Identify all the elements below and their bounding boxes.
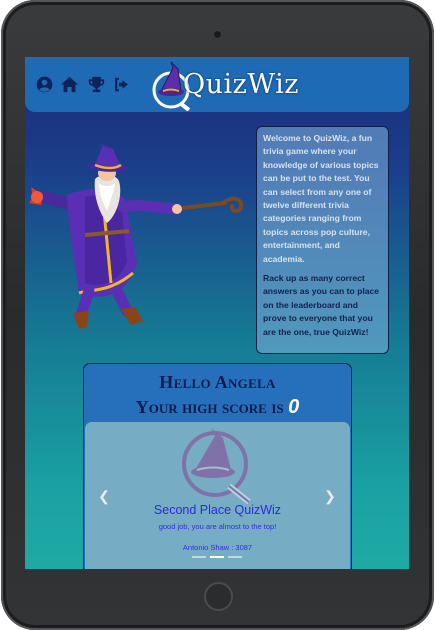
carousel-indicator[interactable] — [192, 556, 206, 558]
leaderboard-carousel: ❮ ❯ Second Place QuizWiz good job, you a… — [85, 422, 350, 569]
carousel-prev-button[interactable]: ❮ — [97, 488, 111, 504]
high-score-value: 0 — [288, 396, 300, 418]
trophy-icon[interactable] — [88, 76, 105, 93]
app-screen: QuizWiz Welcome to QuizWiz, a fun trivia… — [25, 57, 409, 569]
logo-text: QuizWiz — [183, 69, 300, 100]
wizard-hat-logo-icon — [182, 428, 251, 504]
intro-paragraph-welcome: Welcome to QuizWiz, a fun trivia game wh… — [263, 133, 379, 264]
wizard-illustration — [29, 143, 244, 329]
intro-paragraph-leaderboard: Rack up as many correct answers as you c… — [263, 273, 380, 337]
carousel-indicator[interactable] — [210, 556, 224, 558]
carousel-next-button[interactable]: ❯ — [323, 488, 337, 504]
quizwiz-logo[interactable]: QuizWiz — [151, 59, 299, 111]
score-card: Hello Angela Your high score is 0 ❮ ❯ Se… — [83, 363, 352, 569]
home-icon[interactable] — [60, 76, 79, 93]
carousel-indicator[interactable] — [228, 556, 242, 558]
tablet-frame: QuizWiz Welcome to QuizWiz, a fun trivia… — [1, 0, 434, 630]
carousel-slide-title: Second Place QuizWiz — [153, 503, 282, 517]
navbar: QuizWiz — [25, 57, 409, 112]
intro-card: Welcome to QuizWiz, a fun trivia game wh… — [256, 126, 389, 354]
home-button[interactable] — [204, 582, 233, 611]
high-score-label: Your high score is — [135, 397, 284, 417]
carousel-leaderboard-entry: Antonio Shaw : 3087 — [182, 543, 253, 552]
user-circle-icon[interactable] — [36, 76, 53, 93]
carousel-indicators — [192, 556, 242, 559]
carousel-slide-subtitle: good job, you are almost to the top! — [158, 522, 277, 531]
greeting-heading: Hello Angela — [159, 372, 276, 392]
high-score-heading: Your high score is 0 — [84, 396, 351, 419]
sign-out-icon[interactable] — [113, 76, 130, 93]
camera-icon — [214, 31, 221, 38]
